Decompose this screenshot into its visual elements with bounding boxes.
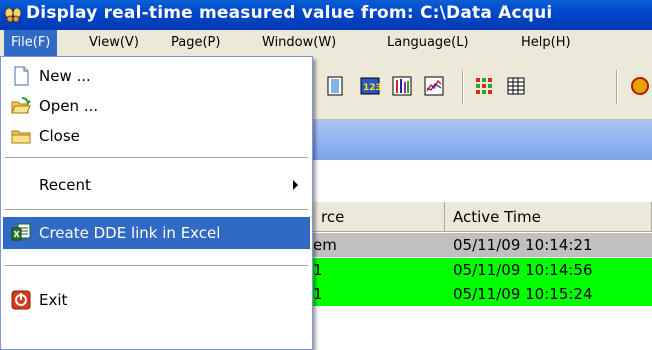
active-time-cell: 05/11/09 10:14:56 xyxy=(453,261,593,279)
title-bar: Display real-time measured value from: C… xyxy=(0,0,652,30)
menu-language[interactable]: Language(L) xyxy=(380,30,476,56)
menu-item-recent[interactable]: Recent xyxy=(3,170,310,200)
grid-color-icon[interactable] xyxy=(474,76,494,96)
trend-chart-icon[interactable] xyxy=(424,76,444,96)
toolbar-separator xyxy=(616,70,617,104)
menu-separator xyxy=(5,157,308,158)
alarm-icon[interactable] xyxy=(628,76,652,96)
excel-dde-icon: X xyxy=(11,223,31,241)
menu-item-close[interactable]: Close xyxy=(3,121,310,151)
toolbar-separator xyxy=(462,70,463,104)
menu-item-create-dde-link[interactable]: X Create DDE link in Excel xyxy=(3,217,310,249)
column-header-active-time[interactable]: Active Time xyxy=(445,202,652,232)
new-file-icon xyxy=(14,66,29,86)
source-cell: 1 xyxy=(313,261,323,279)
digital-display-icon[interactable]: 123 xyxy=(360,76,380,96)
exit-icon xyxy=(11,290,31,310)
window-title: Display real-time measured value from: C… xyxy=(26,3,553,23)
menu-separator xyxy=(5,265,308,266)
menu-window[interactable]: Window(W) xyxy=(255,30,343,56)
menu-file[interactable]: File(F) xyxy=(4,30,58,56)
folder-icon xyxy=(11,130,31,144)
submenu-arrow-icon xyxy=(293,180,298,190)
menu-view[interactable]: View(V) xyxy=(82,30,146,56)
butterfly-app-icon xyxy=(4,7,22,23)
menu-item-label: Exit xyxy=(39,291,68,309)
menu-item-exit[interactable]: Exit xyxy=(3,285,310,315)
menu-help[interactable]: Help(H) xyxy=(514,30,578,56)
table-list-icon[interactable] xyxy=(506,76,526,96)
page-view-icon[interactable] xyxy=(325,76,345,96)
svg-text:123: 123 xyxy=(363,83,380,93)
source-cell: 1 xyxy=(313,285,323,303)
menu-bar: File(F) View(V) Page(P) Window(W) Langua… xyxy=(0,30,652,56)
menu-item-label: New ... xyxy=(39,67,91,85)
source-cell: em xyxy=(313,236,337,254)
open-folder-icon xyxy=(11,97,31,114)
menu-item-new[interactable]: New ... xyxy=(3,61,310,91)
menu-item-label: Create DDE link in Excel xyxy=(39,224,221,242)
bar-graph-icon[interactable] xyxy=(392,76,412,96)
active-time-cell: 05/11/09 10:15:24 xyxy=(453,285,593,303)
menu-item-label: Recent xyxy=(39,176,91,194)
active-time-cell: 05/11/09 10:14:21 xyxy=(453,236,593,254)
file-menu-dropdown: New ... Open ... Close Recent X Create D… xyxy=(0,56,313,350)
column-header-source[interactable]: rce xyxy=(313,202,445,232)
menu-page[interactable]: Page(P) xyxy=(164,30,227,56)
menu-item-label: Close xyxy=(39,127,80,145)
svg-text:X: X xyxy=(14,230,21,239)
menu-item-label: Open ... xyxy=(39,97,99,115)
menu-item-open[interactable]: Open ... xyxy=(3,91,310,121)
menu-separator xyxy=(5,209,308,210)
